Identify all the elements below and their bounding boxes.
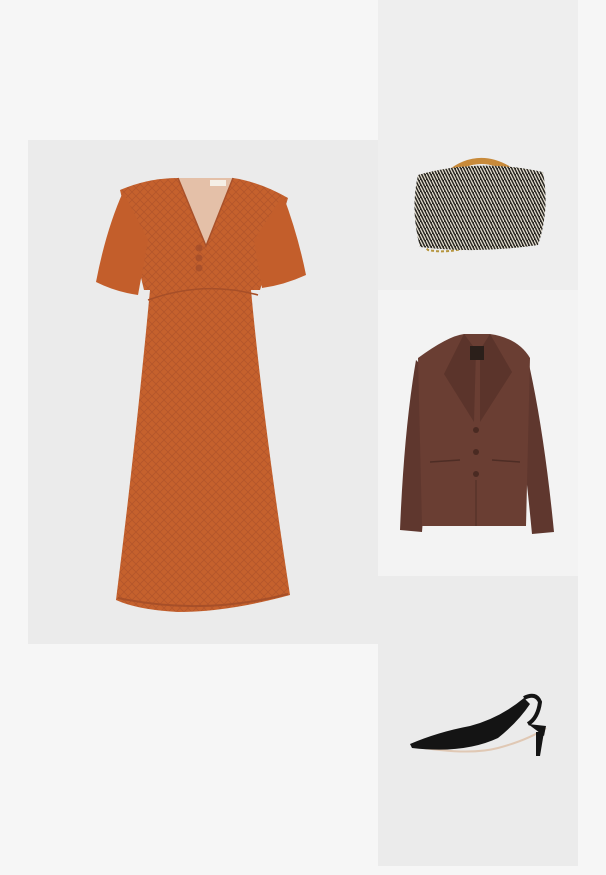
blazer-image: [400, 334, 554, 534]
shoe-tile[interactable]: [378, 576, 578, 866]
slingback-shoe-image: [410, 693, 547, 756]
handbag-image: [414, 157, 546, 253]
dress-tile[interactable]: [28, 140, 378, 644]
handbag-tile[interactable]: [378, 0, 578, 290]
blazer-tile[interactable]: [378, 290, 578, 576]
dress-image: [96, 177, 306, 612]
